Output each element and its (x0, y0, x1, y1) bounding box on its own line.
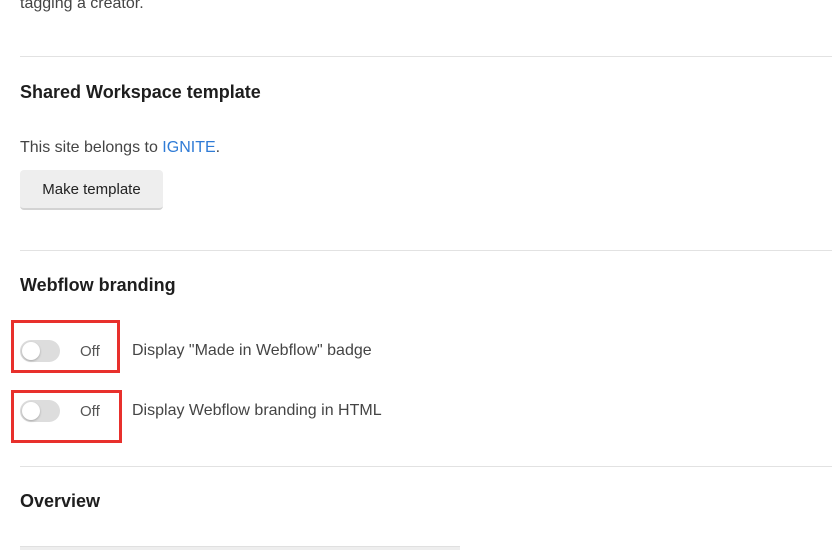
divider (20, 56, 832, 57)
toggle-description: Display Webflow branding in HTML (132, 402, 382, 419)
site-owner-text: This site belongs to IGNITE. (20, 139, 220, 157)
site-owner-suffix: . (215, 139, 221, 156)
make-template-button[interactable]: Make template (20, 170, 163, 210)
workspace-link[interactable]: IGNITE (162, 139, 215, 156)
shared-workspace-title: Shared Workspace template (20, 82, 261, 102)
site-owner-prefix: This site belongs to (20, 139, 163, 156)
webflow-branding-html-toggle[interactable] (20, 400, 60, 422)
overview-title: Overview (20, 491, 101, 511)
truncated-description: tagging a creator. (20, 0, 144, 12)
settings-page: tagging a creator. Shared Workspace temp… (0, 0, 832, 550)
toggle-state-label: Off (80, 402, 100, 420)
toggle-knob (22, 402, 40, 420)
html-branding-toggle-row: Off Display Webflow branding in HTML (20, 396, 382, 426)
webflow-branding-title: Webflow branding (20, 275, 176, 295)
toggle-description: Display "Made in Webflow" badge (132, 342, 372, 359)
overview-panel-edge (20, 546, 460, 550)
made-in-webflow-badge-toggle[interactable] (20, 340, 60, 362)
toggle-state-label: Off (80, 342, 100, 360)
divider (20, 250, 832, 251)
badge-toggle-row: Off Display "Made in Webflow" badge (20, 336, 372, 366)
toggle-knob (22, 342, 40, 360)
divider (20, 466, 832, 467)
